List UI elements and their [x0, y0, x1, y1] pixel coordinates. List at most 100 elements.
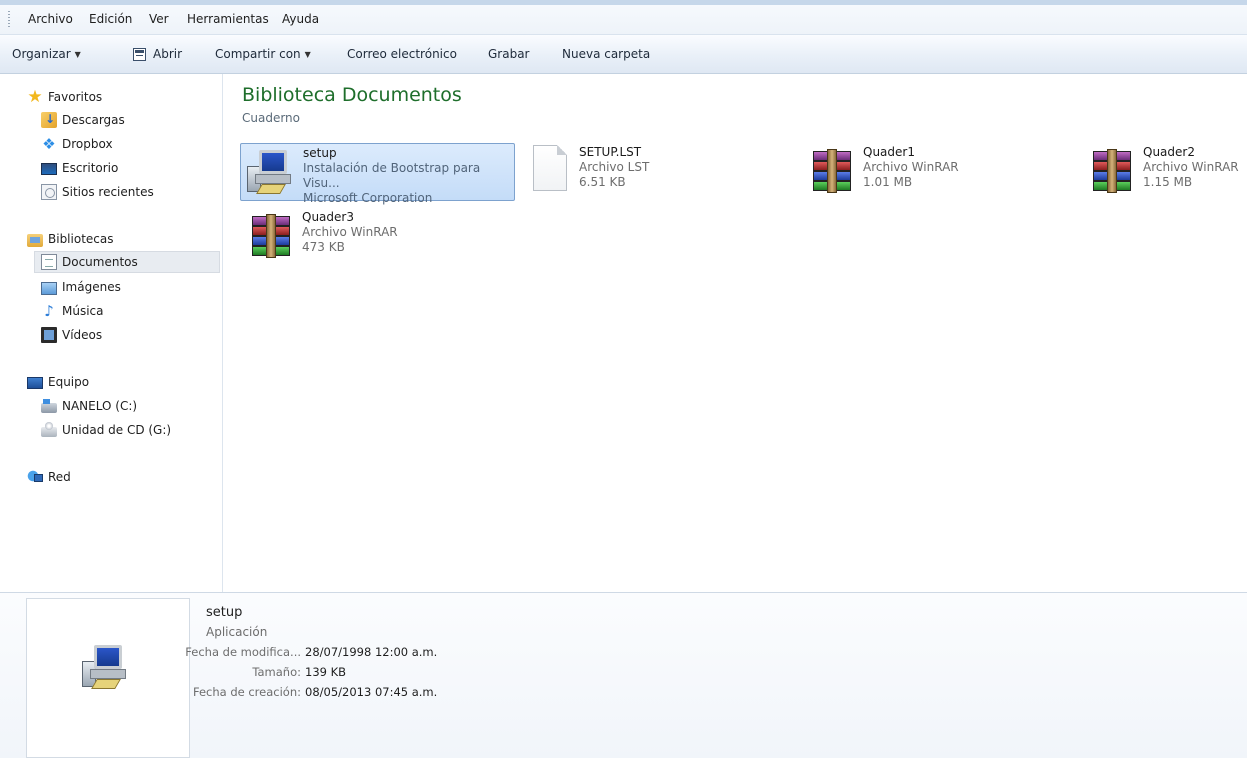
document-file-icon: [533, 145, 567, 191]
organize-label: Organizar: [12, 47, 71, 61]
file-item-quader3[interactable]: Quader3 Archivo WinRAR 473 KB: [240, 208, 500, 266]
file-type: Archivo LST: [579, 160, 650, 174]
libraries-icon: [27, 233, 43, 247]
winrar-archive-icon: [244, 210, 296, 262]
new-folder-button[interactable]: Nueva carpeta: [562, 47, 650, 61]
file-name: setup: [303, 146, 337, 160]
file-item-setup-lst[interactable]: SETUP.LST Archivo LST 6.51 KB: [521, 143, 781, 201]
nav-recent[interactable]: Sitios recientes: [41, 181, 154, 203]
file-type: Archivo WinRAR: [1143, 160, 1239, 174]
share-label: Compartir con: [215, 47, 301, 61]
details-pane: setup Aplicación Fecha de modifica... 28…: [0, 592, 1247, 758]
nav-libraries[interactable]: Bibliotecas: [27, 228, 113, 250]
open-button[interactable]: Abrir: [133, 47, 182, 61]
nav-desktop[interactable]: Escritorio: [41, 157, 118, 179]
details-created-value[interactable]: 08/05/2013 07:45 a.m.: [305, 685, 437, 699]
chevron-down-icon: ▼: [304, 49, 311, 59]
file-size: 6.51 KB: [579, 175, 626, 189]
setup-icon: [245, 146, 297, 198]
organize-button[interactable]: Organizar ▼: [12, 47, 81, 61]
downloads-folder-icon: [41, 112, 57, 128]
nav-label: Unidad de CD (G:): [62, 423, 172, 437]
library-title: Biblioteca Documentos: [242, 84, 462, 106]
details-created-label: Fecha de creación:: [192, 685, 301, 699]
document-icon: [41, 254, 57, 270]
open-label: Abrir: [153, 47, 183, 61]
nav-label: Música: [62, 304, 104, 318]
menu-archivo[interactable]: Archivo: [28, 12, 73, 26]
menu-bar: Archivo Edición Ver Herramientas Ayuda: [0, 0, 1247, 35]
nav-label: Documentos: [62, 255, 138, 269]
music-note-icon: ♪: [44, 302, 54, 320]
cd-drive-icon: [41, 422, 57, 437]
nav-drive-c[interactable]: NANELO (C:): [41, 395, 137, 417]
burn-label: Grabar: [488, 47, 530, 61]
nav-downloads[interactable]: Descargas: [41, 109, 125, 131]
email-button[interactable]: Correo electrónico: [347, 47, 457, 61]
menu-ayuda[interactable]: Ayuda: [282, 12, 319, 26]
nav-label: Imágenes: [62, 280, 121, 294]
desktop-icon: [41, 163, 57, 175]
nav-images[interactable]: Imágenes: [41, 276, 121, 298]
file-company: Microsoft Corporation: [303, 191, 433, 205]
menu-edicion[interactable]: Edición: [89, 12, 132, 26]
file-item-quader2[interactable]: Quader2 Archivo WinRAR 1.15 MB: [1081, 143, 1247, 201]
details-modified-label: Fecha de modifica...: [185, 645, 301, 659]
nav-label: Equipo: [48, 375, 90, 389]
nav-label: Descargas: [62, 113, 125, 127]
command-bar: Organizar ▼ Abrir Compartir con ▼ Correo…: [0, 35, 1247, 74]
hard-drive-icon: [41, 399, 57, 413]
file-list-pane: Biblioteca Documentos Cuaderno setup Ins…: [223, 74, 1247, 592]
nav-favorites[interactable]: ★ Favoritos: [27, 86, 102, 108]
chevron-down-icon: ▼: [74, 49, 81, 59]
email-label: Correo electrónico: [347, 47, 457, 61]
dropbox-icon: ❖: [42, 135, 56, 153]
computer-icon: [27, 376, 43, 389]
details-file-name: setup: [206, 605, 243, 620]
details-size-label: Tamaño:: [252, 665, 301, 679]
nav-computer[interactable]: Equipo: [27, 371, 89, 393]
file-name: Quader1: [863, 145, 915, 159]
file-size: 1.15 MB: [1143, 175, 1193, 189]
menu-grip: [8, 11, 10, 29]
file-description: Instalación de Bootstrap para Visu...: [303, 161, 481, 190]
file-item-setup[interactable]: setup Instalación de Bootstrap para Visu…: [240, 143, 515, 205]
library-subtitle: Cuaderno: [242, 111, 301, 125]
nav-label: Vídeos: [62, 328, 103, 342]
file-type: Archivo WinRAR: [863, 160, 959, 174]
nav-dropbox[interactable]: ❖ Dropbox: [41, 133, 113, 155]
nav-music[interactable]: ♪ Música: [41, 300, 104, 322]
network-icon: [27, 469, 43, 485]
share-button[interactable]: Compartir con ▼: [215, 47, 311, 61]
nav-label: Favoritos: [48, 90, 103, 104]
menu-ver[interactable]: Ver: [149, 12, 169, 26]
nav-label: Sitios recientes: [62, 185, 154, 199]
open-icon: [133, 47, 146, 61]
nav-label: Dropbox: [62, 137, 113, 151]
nav-label: Bibliotecas: [48, 232, 114, 246]
star-icon: ★: [27, 87, 43, 107]
details-file-type: Aplicación: [206, 625, 268, 639]
details-modified-value[interactable]: 28/07/1998 12:00 a.m.: [305, 645, 437, 659]
menu-herramientas[interactable]: Herramientas: [187, 12, 269, 26]
file-type: Archivo WinRAR: [302, 225, 398, 239]
file-name: SETUP.LST: [579, 145, 642, 159]
nav-network[interactable]: Red: [27, 466, 71, 488]
nav-documents[interactable]: Documentos: [34, 251, 220, 273]
file-name: Quader3: [302, 210, 354, 224]
pictures-icon: [41, 281, 57, 295]
video-icon: [41, 327, 57, 343]
details-modified-row: Fecha de modifica...: [0, 645, 301, 661]
file-item-quader1[interactable]: Quader1 Archivo WinRAR 1.01 MB: [801, 143, 1061, 201]
details-size-value: 139 KB: [305, 665, 347, 679]
navigation-pane: ★ Favoritos Descargas ❖ Dropbox Escritor…: [0, 74, 223, 592]
winrar-archive-icon: [805, 145, 857, 197]
winrar-archive-icon: [1085, 145, 1137, 197]
new-folder-label: Nueva carpeta: [562, 47, 651, 61]
file-name: Quader2: [1143, 145, 1195, 159]
nav-drive-g[interactable]: Unidad de CD (G:): [41, 419, 171, 441]
file-size: 473 KB: [302, 240, 345, 254]
nav-videos[interactable]: Vídeos: [41, 324, 102, 346]
nav-label: Escritorio: [62, 161, 119, 175]
burn-button[interactable]: Grabar: [488, 47, 530, 61]
